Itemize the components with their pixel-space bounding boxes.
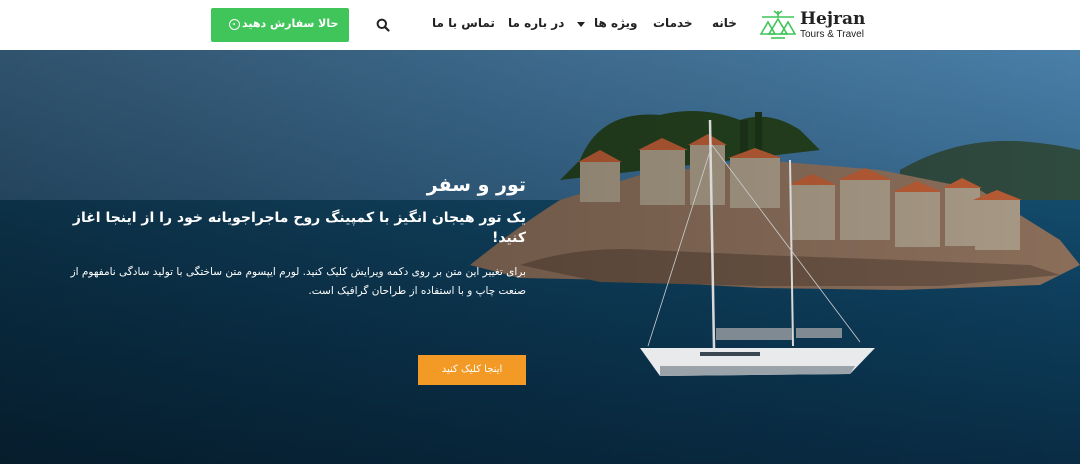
- arrow-circle-left-icon: [229, 19, 240, 30]
- hero-description: برای تغییر این متن بر روی دکمه ویرایش کل…: [70, 266, 526, 297]
- nav-item-contact[interactable]: تماس با ما: [432, 16, 495, 30]
- nav-item-services[interactable]: خدمات: [653, 16, 693, 30]
- hero-cta-button[interactable]: اینجا کلیک کنید: [418, 355, 526, 385]
- search-button[interactable]: [370, 12, 396, 38]
- nav-item-specials[interactable]: ویژه ها: [594, 16, 638, 30]
- nav-item-home[interactable]: خانه: [712, 16, 737, 30]
- site-header: Hejran Tours & Travel خانه خدمات ویژه ها…: [0, 0, 1080, 50]
- brand-title: Hejran: [800, 9, 866, 29]
- chevron-down-icon[interactable]: [577, 22, 585, 27]
- brand-subtitle: Tours & Travel: [800, 29, 864, 40]
- order-now-button[interactable]: حالا سفارش دهید: [211, 8, 349, 42]
- order-now-label: حالا سفارش دهید: [242, 17, 339, 30]
- hero-section: تور و سفر یک تور هیجان انگیز با کمپینگ ر…: [0, 50, 1080, 464]
- site-logo[interactable]: Hejran Tours & Travel: [760, 8, 878, 42]
- logo-mark-icon: [760, 10, 796, 39]
- hero-title: تور و سفر: [426, 174, 526, 196]
- hero-subtitle: یک تور هیجان انگیز با کمپینگ روح ماجراجو…: [72, 210, 526, 246]
- search-icon: [376, 18, 390, 32]
- hero-background-image: [0, 50, 1080, 464]
- nav-item-about[interactable]: در باره ما: [508, 16, 564, 30]
